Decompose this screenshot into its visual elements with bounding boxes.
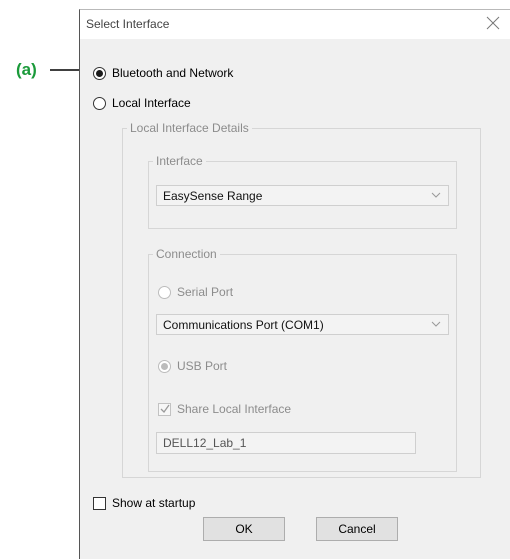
port-select[interactable]: Communications Port (COM1)	[156, 314, 449, 335]
show-at-startup-checkbox[interactable]	[93, 496, 106, 510]
interface-legend: Interface	[156, 154, 203, 168]
dialog-body: Bluetooth and Network Local Interface Lo…	[80, 39, 510, 560]
show-at-startup-row[interactable]: Show at startup	[93, 496, 195, 510]
radio-serial-port[interactable]: Serial Port	[158, 285, 233, 299]
interface-select[interactable]: EasySense Range	[156, 185, 449, 206]
local-interface-details-legend: Local Interface Details	[130, 121, 249, 135]
radio-local-interface-label: Local Interface	[112, 96, 191, 110]
select-interface-dialog: Select Interface Bluetooth and Network L…	[79, 9, 510, 559]
dialog-title: Select Interface	[86, 17, 170, 31]
show-at-startup-label: Show at startup	[112, 496, 196, 510]
share-local-interface-checkbox[interactable]	[158, 402, 171, 416]
radio-bluetooth-network[interactable]: Bluetooth and Network	[93, 66, 233, 80]
cancel-button[interactable]: Cancel	[316, 517, 398, 541]
title-bar: Select Interface	[80, 10, 510, 39]
chevron-down-icon	[431, 321, 441, 327]
share-local-interface-checkbox-row[interactable]: Share Local Interface	[158, 402, 291, 416]
radio-button-unchecked[interactable]	[93, 96, 106, 110]
close-icon[interactable]	[486, 16, 500, 30]
checkmark-icon	[160, 404, 170, 413]
interface-name-value: DELL12_Lab_1	[163, 436, 247, 450]
radio-button-unchecked[interactable]	[158, 285, 171, 299]
interface-select-value: EasySense Range	[163, 188, 263, 203]
port-select-value: Communications Port (COM1)	[163, 317, 324, 332]
annotation-label: (a)	[16, 60, 37, 79]
radio-usb-port[interactable]: USB Port	[158, 359, 227, 373]
connection-legend: Connection	[156, 247, 217, 261]
radio-serial-port-label: Serial Port	[177, 285, 234, 299]
radio-local-interface[interactable]: Local Interface	[93, 96, 191, 110]
radio-button-checked[interactable]	[93, 66, 106, 80]
interface-name-input[interactable]: DELL12_Lab_1	[156, 432, 416, 454]
share-local-interface-label: Share Local Interface	[177, 402, 292, 416]
radio-button-checked[interactable]	[158, 359, 171, 373]
chevron-down-icon	[431, 192, 441, 198]
radio-usb-port-label: USB Port	[177, 359, 228, 373]
radio-bluetooth-network-label: Bluetooth and Network	[112, 66, 234, 80]
ok-button[interactable]: OK	[203, 517, 285, 541]
